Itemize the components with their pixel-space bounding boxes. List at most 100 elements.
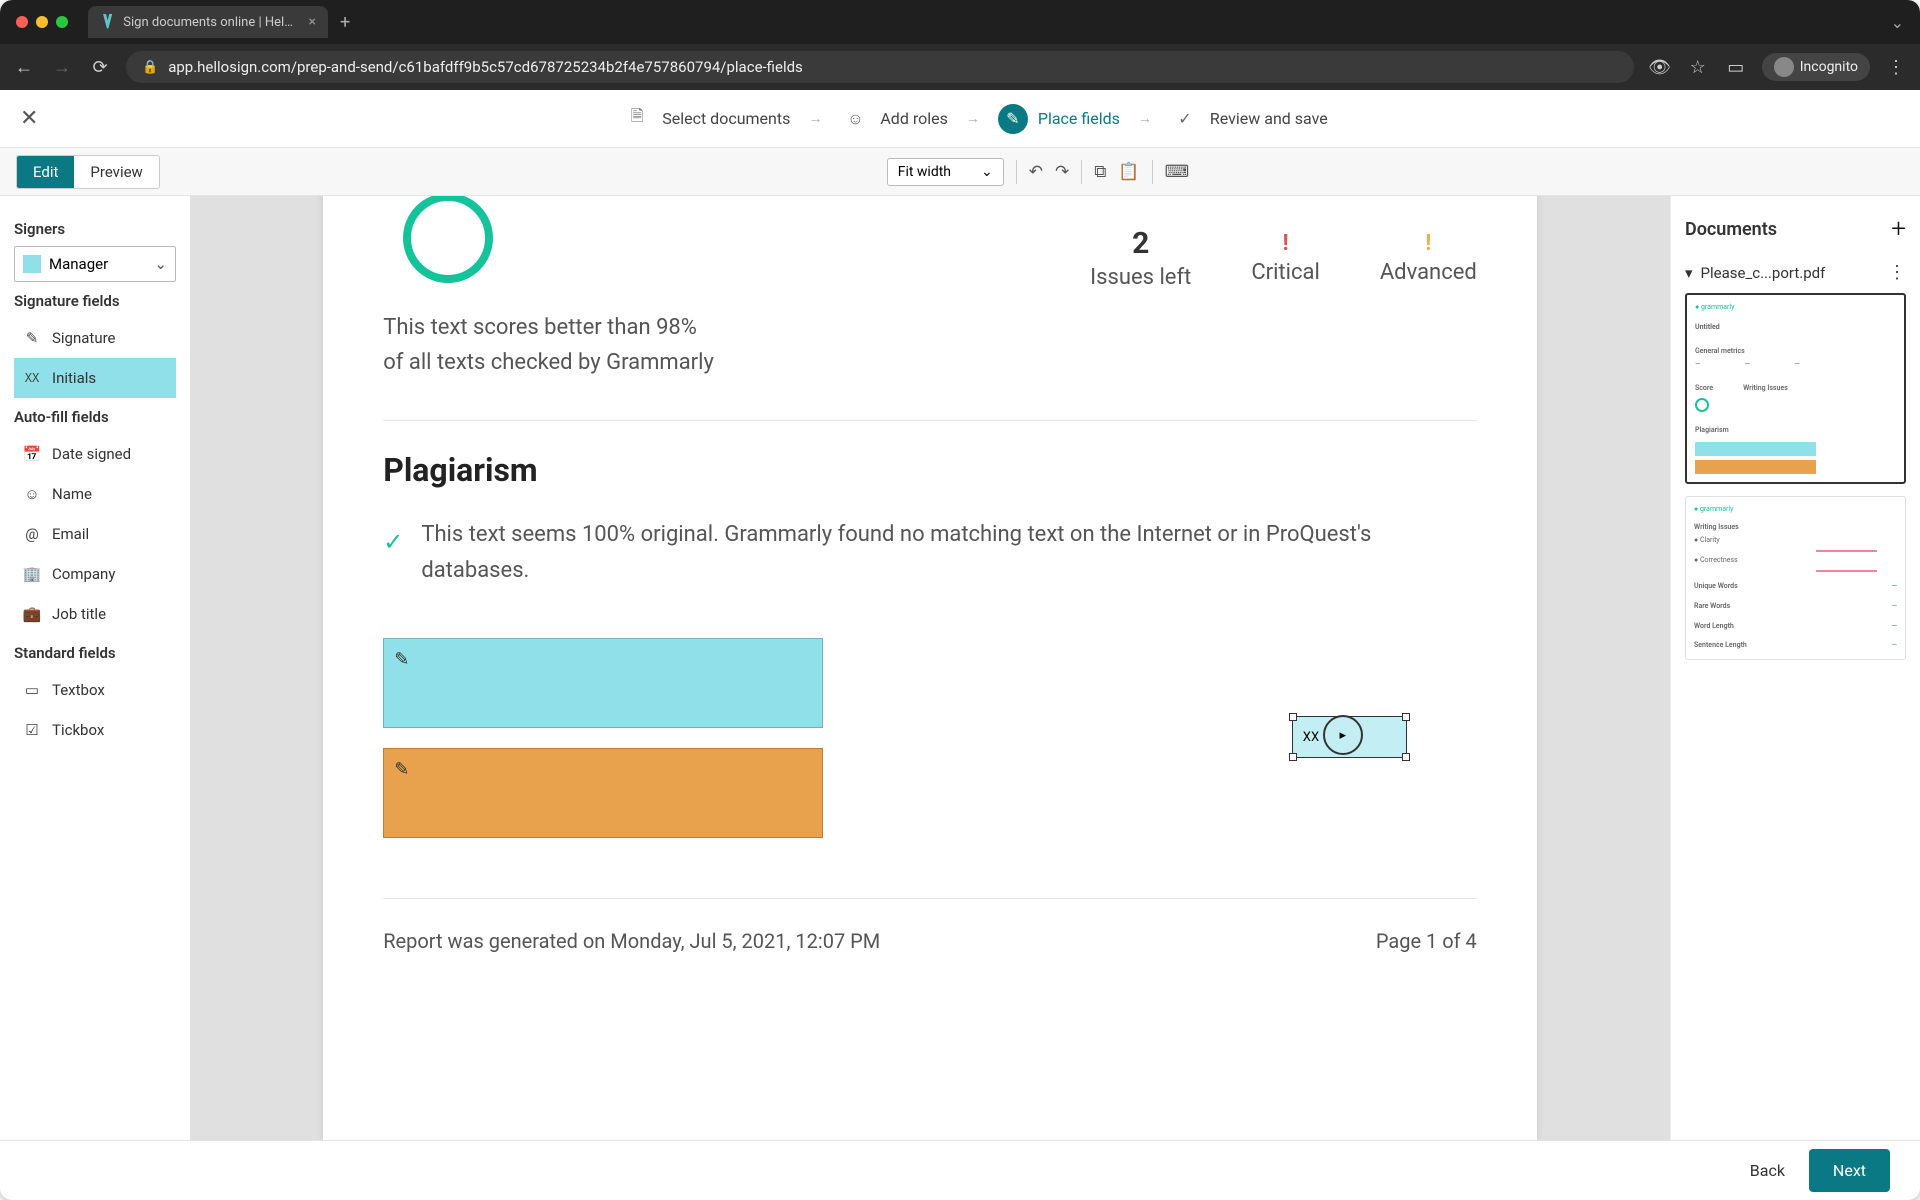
url-field[interactable]: 🔒 app.hellosign.com/prep-and-send/c61baf… — [126, 51, 1634, 83]
initials-icon: XX — [22, 368, 42, 388]
briefcase-icon: 💼 — [22, 604, 42, 624]
step-label: Select documents — [662, 109, 790, 128]
field-signature[interactable]: ✎ Signature — [14, 318, 176, 358]
field-initials[interactable]: XX Initials — [14, 358, 176, 398]
chevron-right-icon: → — [966, 110, 980, 127]
signer-name: Manager — [49, 255, 108, 273]
zoom-select[interactable]: Fit width ⌄ — [887, 158, 1004, 186]
close-window-icon[interactable] — [16, 16, 28, 28]
documents-title: Documents — [1685, 219, 1777, 240]
redo-button[interactable]: ↷ — [1055, 162, 1069, 182]
resize-handle[interactable] — [1289, 713, 1297, 721]
add-document-button[interactable]: + — [1891, 214, 1906, 244]
step-place-fields[interactable]: ✎ Place fields — [998, 104, 1120, 134]
paste-icon[interactable]: 📋 — [1118, 162, 1139, 182]
minimize-window-icon[interactable] — [36, 16, 48, 28]
new-tab-button[interactable]: + — [340, 12, 350, 33]
field-label: Signature — [52, 329, 116, 347]
copy-icon[interactable]: ⧉ — [1094, 162, 1106, 182]
person-icon: ☺ — [840, 104, 870, 134]
resize-handle[interactable] — [1402, 713, 1410, 721]
panel-icon[interactable]: ▭ — [1724, 57, 1748, 78]
url-text: app.hellosign.com/prep-and-send/c61bafdf… — [168, 58, 803, 76]
document-menu-icon[interactable]: ⋮ — [1888, 262, 1906, 283]
fields-sidebar: Signers Manager ⌄ Signature fields ✎ Sig… — [0, 196, 190, 1140]
score-row: 2 Issues left ! Critical ! Advanced — [383, 226, 1477, 290]
step-review-save[interactable]: ✓ Review and save — [1170, 104, 1328, 134]
bookmark-icon[interactable]: ☆ — [1686, 57, 1710, 78]
checkbox-icon: ☑ — [22, 720, 42, 740]
stat-label: Critical — [1251, 260, 1320, 285]
chevron-down-icon: ⌄ — [981, 164, 993, 180]
close-workflow-button[interactable]: ✕ — [20, 106, 50, 131]
field-label: Tickbox — [52, 721, 104, 739]
field-tickbox[interactable]: ☑ Tickbox — [14, 710, 176, 750]
incognito-badge[interactable]: Incognito — [1762, 53, 1870, 81]
back-button[interactable]: Back — [1750, 1161, 1785, 1180]
forward-button[interactable]: → — [50, 57, 74, 78]
field-company[interactable]: 🏢 Company — [14, 554, 176, 594]
field-email[interactable]: @ Email — [14, 514, 176, 554]
check-icon: ✓ — [383, 523, 403, 561]
field-job-title[interactable]: 💼 Job title — [14, 594, 176, 634]
document-item[interactable]: ▾ Please_c...port.pdf ⋮ — [1685, 262, 1906, 283]
report-timestamp: Report was generated on Monday, Jul 5, 2… — [383, 929, 880, 953]
placed-signature-field-1[interactable]: ✎ — [383, 638, 823, 728]
document-name: Please_c...port.pdf — [1701, 264, 1826, 282]
field-label: Name — [52, 485, 92, 503]
stat-value: ! — [1380, 231, 1477, 256]
preview-mode-button[interactable]: Preview — [74, 156, 158, 188]
field-textbox[interactable]: ▭ Textbox — [14, 670, 176, 710]
step-add-roles[interactable]: ☺ Add roles — [840, 104, 947, 134]
page-thumbnail-2[interactable]: ● grammarly Writing Issues ● Clarity ● C… — [1685, 496, 1906, 660]
stat-advanced: ! Advanced — [1380, 231, 1477, 285]
kebab-menu-icon[interactable]: ⋮ — [1884, 57, 1908, 78]
next-button[interactable]: Next — [1809, 1149, 1890, 1192]
zoom-label: Fit width — [898, 164, 951, 180]
edit-mode-button[interactable]: Edit — [17, 156, 74, 188]
back-button[interactable]: ← — [12, 57, 36, 78]
stat-label: Issues left — [1090, 265, 1191, 290]
plagiarism-heading: Plagiarism — [383, 451, 1477, 489]
step-select-documents[interactable]: 🗎 Select documents — [622, 104, 790, 134]
browser-address-bar: ← → ⟳ 🔒 app.hellosign.com/prep-and-send/… — [0, 44, 1920, 90]
resize-handle[interactable] — [1289, 753, 1297, 761]
stat-critical: ! Critical — [1251, 231, 1320, 285]
close-tab-icon[interactable]: × — [309, 14, 316, 30]
initials-label: XX — [1303, 730, 1319, 745]
field-label: Job title — [52, 605, 106, 623]
placed-signature-field-2[interactable]: ✎ — [383, 748, 823, 838]
person-icon: ☺ — [22, 484, 42, 504]
field-name[interactable]: ☺ Name — [14, 474, 176, 514]
chevron-down-icon: ▾ — [1685, 264, 1693, 282]
field-label: Company — [52, 565, 115, 583]
textbox-icon: ▭ — [22, 680, 42, 700]
keyboard-icon[interactable]: ⌨ — [1165, 162, 1190, 182]
divider — [1081, 160, 1082, 184]
dragging-initials-field[interactable]: XX ▸ — [1292, 716, 1407, 758]
chevron-right-icon: → — [808, 110, 822, 127]
plagiarism-result: ✓ This text seems 100% original. Grammar… — [383, 517, 1477, 587]
field-label: Email — [52, 525, 89, 543]
document-icon: 🗎 — [622, 104, 652, 134]
signer-dropdown[interactable]: Manager ⌄ — [14, 246, 176, 282]
check-circle-icon: ✓ — [1170, 104, 1200, 134]
tabs-dropdown-icon[interactable]: ⌄ — [1891, 13, 1904, 32]
score-line: of all texts checked by Grammarly — [383, 345, 1477, 380]
maximize-window-icon[interactable] — [56, 16, 68, 28]
page-indicator: Page 1 of 4 — [1376, 929, 1477, 953]
eye-off-icon[interactable]: 👁 — [1648, 57, 1672, 78]
page-thumbnail-1[interactable]: ● grammarly Untitled General metrics ———… — [1685, 293, 1906, 484]
document-canvas[interactable]: 2 Issues left ! Critical ! Advanced This… — [190, 196, 1670, 1140]
field-date-signed[interactable]: 📅 Date signed — [14, 434, 176, 474]
browser-tab[interactable]: Sign documents online | HelloS × — [88, 6, 328, 38]
reload-button[interactable]: ⟳ — [88, 57, 112, 78]
undo-button[interactable]: ↶ — [1029, 162, 1043, 182]
editor-toolbar: Edit Preview Fit width ⌄ ↶ ↷ ⧉ 📋 ⌨ — [0, 148, 1920, 196]
marker-icon: ✎ — [998, 104, 1028, 134]
resize-handle[interactable] — [1402, 753, 1410, 761]
window-controls — [16, 16, 68, 28]
stat-issues: 2 Issues left — [1090, 226, 1191, 290]
at-icon: @ — [22, 524, 42, 544]
browser-tab-bar: Sign documents online | HelloS × + ⌄ — [0, 0, 1920, 44]
